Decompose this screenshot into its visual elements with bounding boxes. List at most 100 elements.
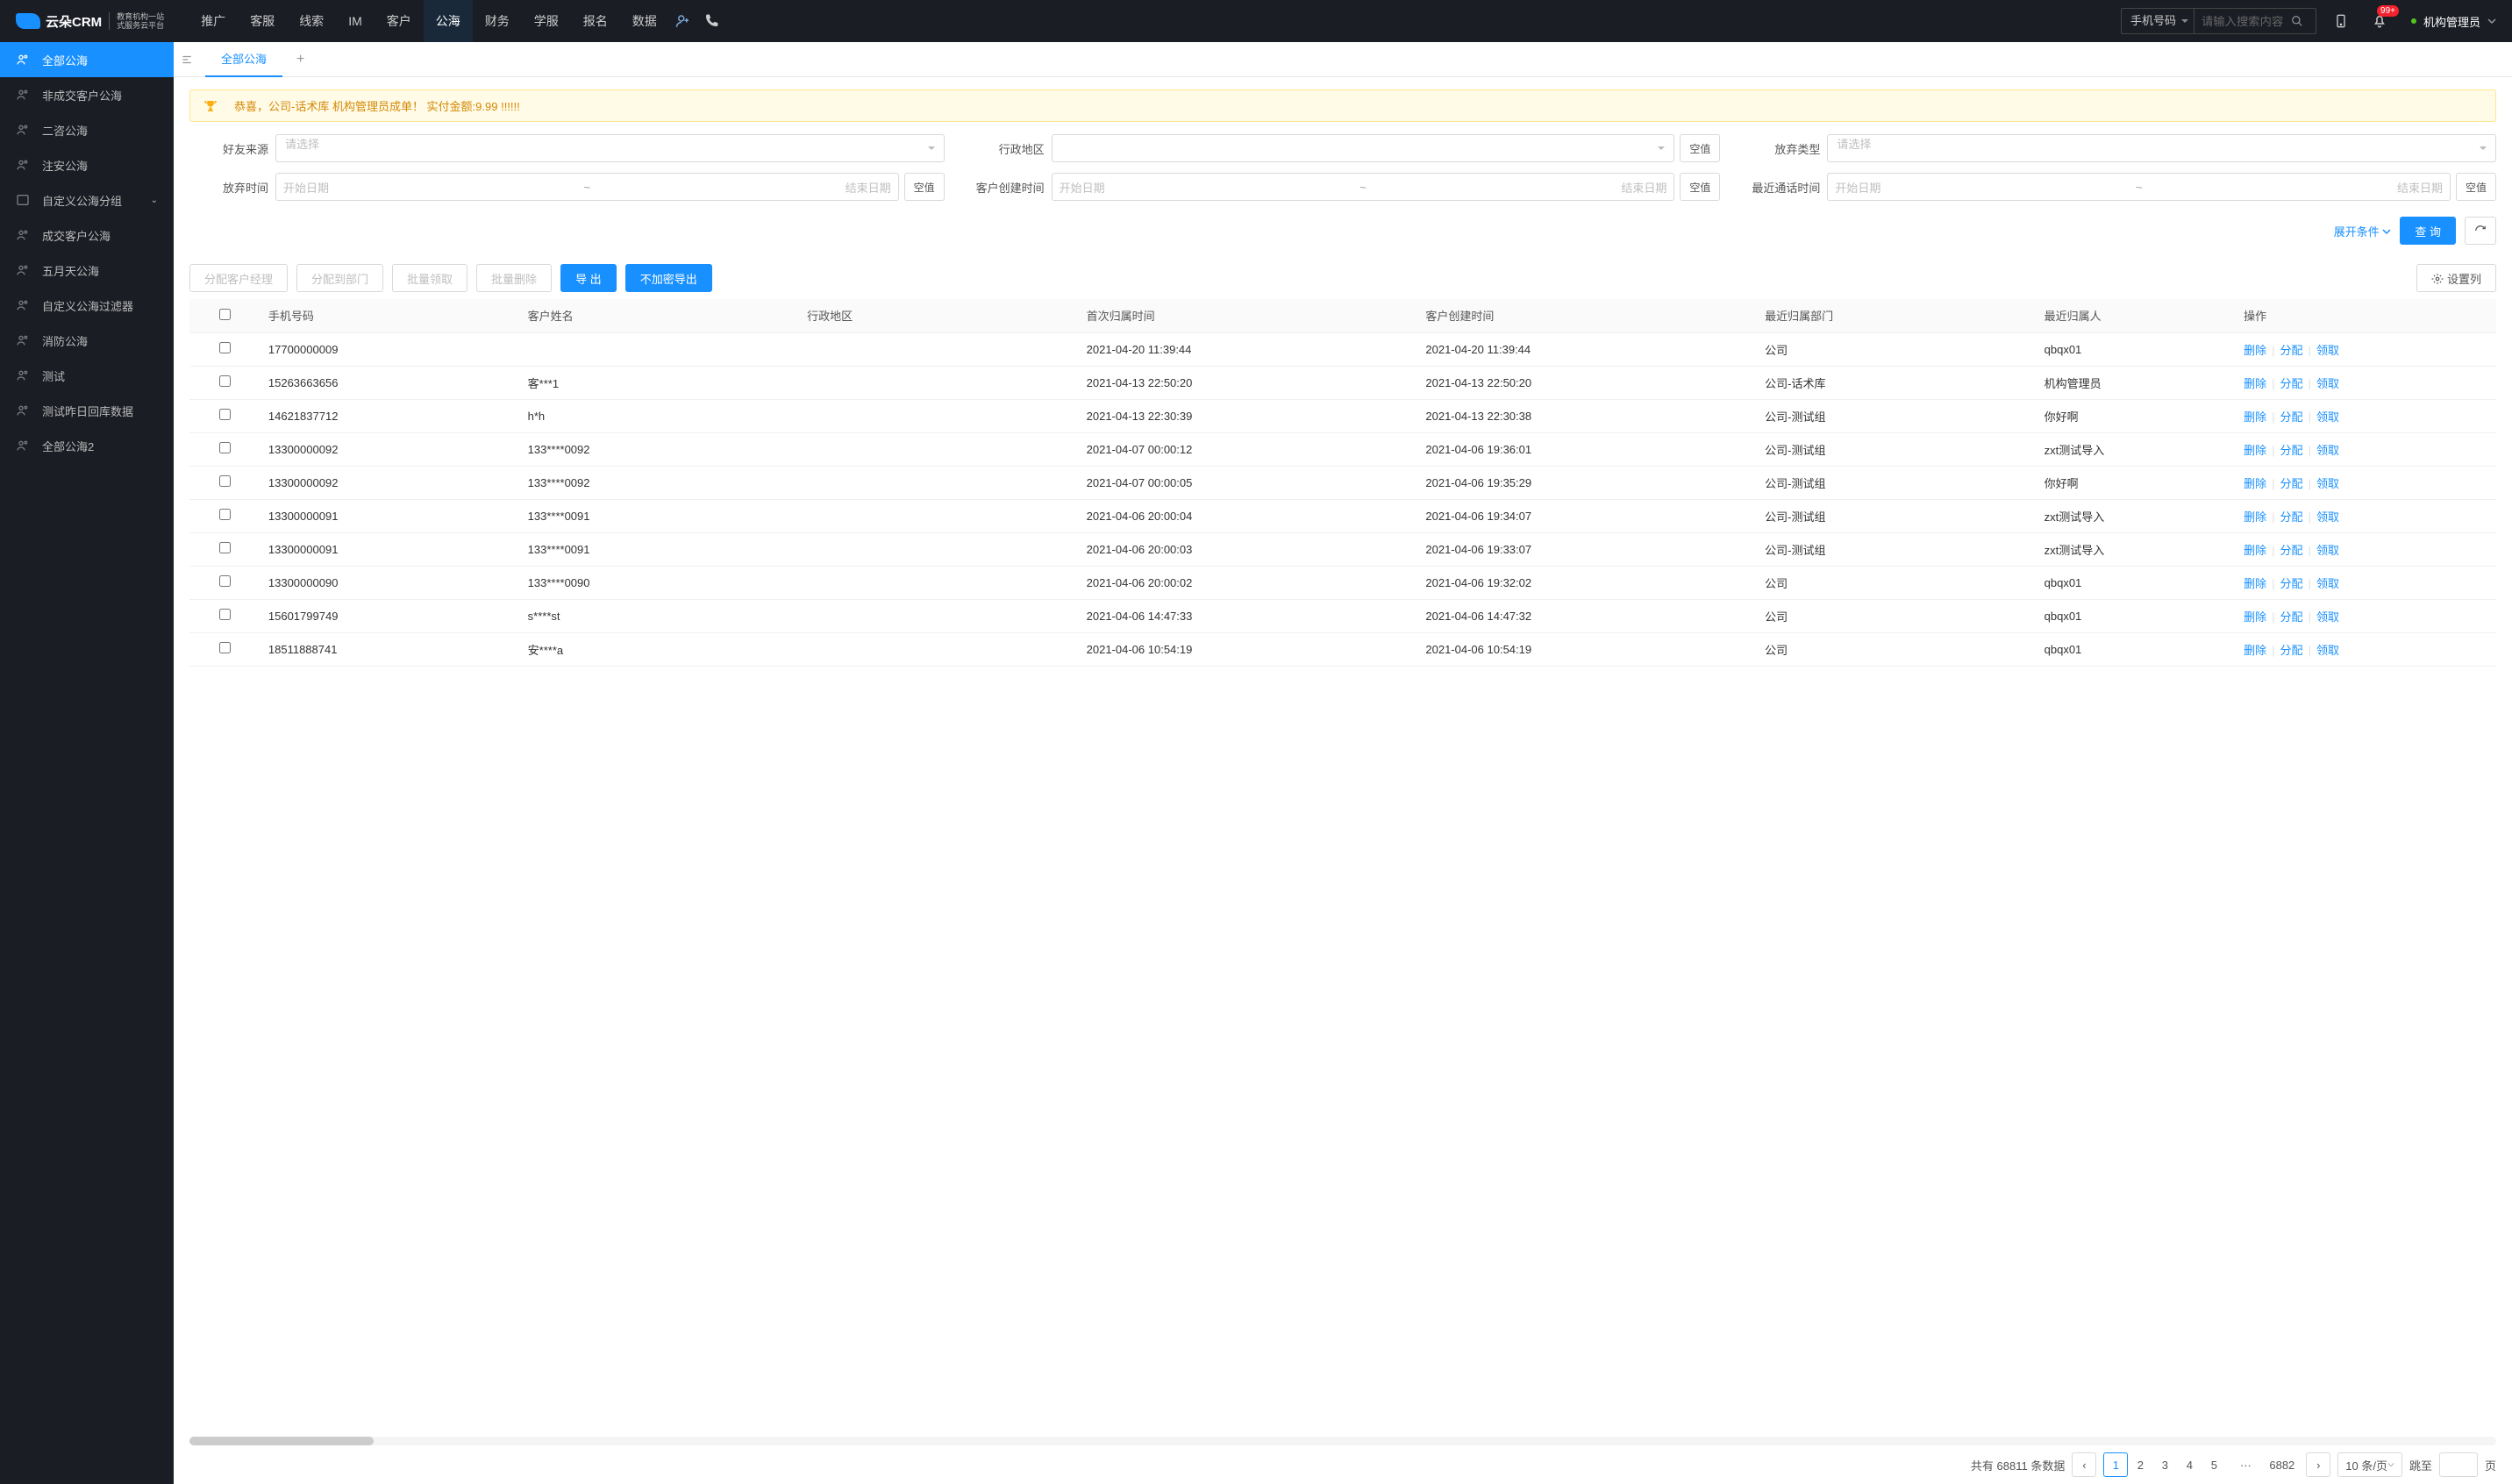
search-icon[interactable] <box>2291 15 2316 27</box>
sidebar-item-5[interactable]: 成交客户公海 <box>0 218 174 253</box>
op-assign[interactable]: 分配 <box>2280 577 2303 590</box>
op-claim[interactable]: 领取 <box>2316 644 2339 657</box>
empty-last-call-button[interactable]: 空值 <box>2456 173 2496 201</box>
op-claim[interactable]: 领取 <box>2316 510 2339 524</box>
page-3[interactable]: 3 <box>2152 1452 2177 1477</box>
op-delete[interactable]: 删除 <box>2244 444 2266 457</box>
logo[interactable]: 云朵CRM 教育机构一站式服务云平台 <box>9 12 171 31</box>
tab-list-icon[interactable] <box>181 54 205 66</box>
row-checkbox[interactable] <box>219 375 231 387</box>
op-claim[interactable]: 领取 <box>2316 410 2339 424</box>
sidebar-item-1[interactable]: 非成交客户公海 <box>0 77 174 112</box>
op-claim[interactable]: 领取 <box>2316 544 2339 557</box>
sidebar-item-2[interactable]: 二咨公海 <box>0 112 174 147</box>
empty-abandon-time-button[interactable]: 空值 <box>904 173 945 201</box>
row-checkbox[interactable] <box>219 475 231 487</box>
page-ellipsis[interactable]: ··· <box>2233 1452 2258 1477</box>
select-region[interactable] <box>1052 134 1675 162</box>
op-assign[interactable]: 分配 <box>2280 610 2303 624</box>
nav-item-5[interactable]: 公海 <box>424 0 473 42</box>
row-checkbox[interactable] <box>219 409 231 420</box>
assign-dept-button[interactable]: 分配到部门 <box>296 264 383 292</box>
search-input[interactable] <box>2194 9 2291 33</box>
select-all-checkbox[interactable] <box>219 309 231 320</box>
set-columns-button[interactable]: 设置列 <box>2416 264 2496 292</box>
refresh-button[interactable] <box>2465 217 2496 245</box>
op-claim[interactable]: 领取 <box>2316 577 2339 590</box>
sidebar-item-6[interactable]: 五月天公海 <box>0 253 174 288</box>
export-button[interactable]: 导 出 <box>560 264 617 292</box>
page-next[interactable]: › <box>2306 1452 2330 1477</box>
op-delete[interactable]: 删除 <box>2244 644 2266 657</box>
row-checkbox[interactable] <box>219 609 231 620</box>
sidebar-item-9[interactable]: 测试 <box>0 358 174 393</box>
nav-item-1[interactable]: 客服 <box>238 0 287 42</box>
page-size-select[interactable]: 10 条/页 <box>2337 1452 2402 1477</box>
daterange-abandon[interactable]: 开始日期~结束日期 <box>275 173 899 201</box>
op-claim[interactable]: 领取 <box>2316 444 2339 457</box>
nav-item-9[interactable]: 数据 <box>620 0 669 42</box>
row-checkbox[interactable] <box>219 575 231 587</box>
op-assign[interactable]: 分配 <box>2280 444 2303 457</box>
op-delete[interactable]: 删除 <box>2244 410 2266 424</box>
nav-item-0[interactable]: 推广 <box>189 0 238 42</box>
select-source[interactable]: 请选择 <box>275 134 945 162</box>
op-delete[interactable]: 删除 <box>2244 610 2266 624</box>
page-4[interactable]: 4 <box>2177 1452 2202 1477</box>
nav-item-7[interactable]: 学服 <box>522 0 571 42</box>
assign-manager-button[interactable]: 分配客户经理 <box>189 264 288 292</box>
batch-claim-button[interactable]: 批量领取 <box>392 264 467 292</box>
sidebar-item-11[interactable]: 全部公海2 <box>0 428 174 463</box>
phone-icon[interactable] <box>697 7 725 35</box>
op-assign[interactable]: 分配 <box>2280 544 2303 557</box>
sidebar-item-10[interactable]: 测试昨日回库数据 <box>0 393 174 428</box>
row-checkbox[interactable] <box>219 509 231 520</box>
op-assign[interactable]: 分配 <box>2280 410 2303 424</box>
device-icon[interactable] <box>2327 7 2355 35</box>
export-plain-button[interactable]: 不加密导出 <box>625 264 712 292</box>
op-assign[interactable]: 分配 <box>2280 344 2303 357</box>
empty-region-button[interactable]: 空值 <box>1680 134 1720 162</box>
search-type-select[interactable]: 手机号码 <box>2122 9 2194 33</box>
tab-all-sea[interactable]: 全部公海 <box>205 42 282 77</box>
daterange-create[interactable]: 开始日期~结束日期 <box>1052 173 1675 201</box>
op-claim[interactable]: 领取 <box>2316 344 2339 357</box>
jump-input[interactable] <box>2439 1452 2478 1477</box>
nav-item-4[interactable]: 客户 <box>375 0 424 42</box>
nav-item-3[interactable]: IM <box>336 0 375 42</box>
tab-add-icon[interactable]: + <box>282 52 318 68</box>
user-menu[interactable]: 机构管理员 <box>2404 13 2503 30</box>
empty-create-time-button[interactable]: 空值 <box>1680 173 1720 201</box>
daterange-last-call[interactable]: 开始日期~结束日期 <box>1827 173 2451 201</box>
sidebar-item-8[interactable]: 消防公海 <box>0 323 174 358</box>
sidebar-item-0[interactable]: 全部公海 <box>0 42 174 77</box>
bell-icon[interactable]: 99+ <box>2366 7 2394 35</box>
op-delete[interactable]: 删除 <box>2244 477 2266 490</box>
op-assign[interactable]: 分配 <box>2280 510 2303 524</box>
nav-item-6[interactable]: 财务 <box>473 0 522 42</box>
add-user-icon[interactable] <box>669 7 697 35</box>
select-abandon-type[interactable]: 请选择 <box>1827 134 2496 162</box>
sidebar-item-4[interactable]: 自定义公海分组⌄ <box>0 182 174 218</box>
row-checkbox[interactable] <box>219 542 231 553</box>
page-5[interactable]: 5 <box>2202 1452 2226 1477</box>
row-checkbox[interactable] <box>219 342 231 353</box>
op-assign[interactable]: 分配 <box>2280 377 2303 390</box>
nav-item-8[interactable]: 报名 <box>571 0 620 42</box>
op-claim[interactable]: 领取 <box>2316 610 2339 624</box>
op-delete[interactable]: 删除 <box>2244 344 2266 357</box>
op-claim[interactable]: 领取 <box>2316 477 2339 490</box>
page-prev[interactable]: ‹ <box>2072 1452 2096 1477</box>
sidebar-item-3[interactable]: 注安公海 <box>0 147 174 182</box>
op-claim[interactable]: 领取 <box>2316 377 2339 390</box>
op-delete[interactable]: 删除 <box>2244 377 2266 390</box>
row-checkbox[interactable] <box>219 642 231 653</box>
expand-filters-link[interactable]: 展开条件 <box>2334 223 2392 239</box>
op-assign[interactable]: 分配 <box>2280 477 2303 490</box>
page-2[interactable]: 2 <box>2128 1452 2152 1477</box>
page-last[interactable]: 6882 <box>2265 1452 2299 1477</box>
op-delete[interactable]: 删除 <box>2244 577 2266 590</box>
op-delete[interactable]: 删除 <box>2244 510 2266 524</box>
horizontal-scrollbar[interactable] <box>189 1437 2496 1445</box>
op-delete[interactable]: 删除 <box>2244 544 2266 557</box>
